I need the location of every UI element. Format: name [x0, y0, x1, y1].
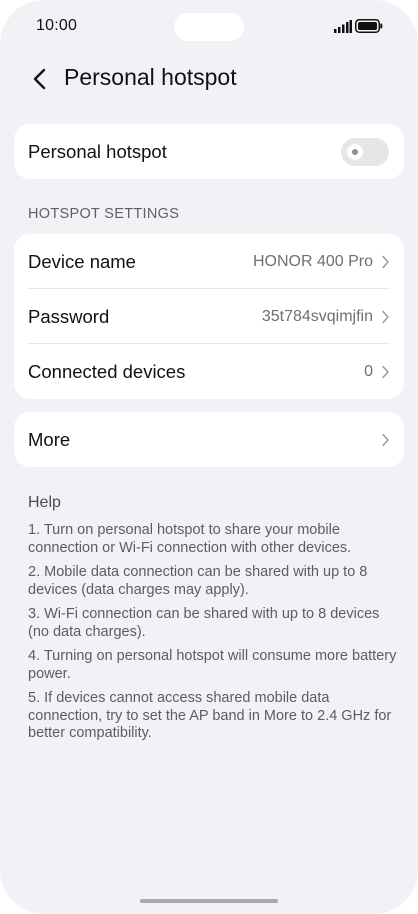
help-section: Help 1. Turn on personal hotspot to shar…	[28, 494, 398, 750]
password-row[interactable]: Password 35t784svqimjfin	[14, 289, 404, 344]
signal-icon	[334, 20, 352, 33]
connected-devices-label: Connected devices	[28, 360, 186, 382]
page-header: Personal hotspot	[0, 56, 418, 102]
more-row[interactable]: More	[14, 412, 404, 467]
password-label: Password	[28, 305, 110, 327]
connected-devices-count: 0	[364, 362, 373, 380]
chevron-right-icon	[382, 255, 389, 268]
password-value: 35t784svqimjfin	[261, 307, 373, 325]
help-item: 2. Mobile data connection can be shared …	[28, 564, 368, 598]
section-header-hotspot-settings: HOTSPOT SETTINGS	[28, 206, 180, 222]
hotspot-settings-card: Device name HONOR 400 Pro Password 35t78…	[14, 234, 404, 399]
status-bar: 10:00	[0, 0, 418, 54]
chevron-right-icon	[382, 365, 389, 378]
toggle-knob	[347, 143, 363, 160]
device-name-value: HONOR 400 Pro	[252, 252, 373, 270]
more-label: More	[28, 428, 71, 450]
hotspot-toggle-switch[interactable]	[341, 137, 389, 166]
connected-devices-row[interactable]: Connected devices 0	[14, 344, 404, 399]
chevron-left-icon[interactable]	[30, 67, 50, 91]
camera-island	[174, 13, 244, 41]
status-time: 10:00	[36, 17, 78, 34]
chevron-right-icon	[382, 433, 389, 446]
hotspot-toggle-row[interactable]: Personal hotspot	[14, 124, 404, 179]
help-item: 5. If devices cannot access shared mobil…	[28, 690, 392, 741]
home-indicator[interactable]	[140, 899, 278, 903]
page-title: Personal hotspot	[64, 64, 237, 90]
help-item: 4. Turning on personal hotspot will cons…	[28, 648, 397, 682]
device-name-label: Device name	[28, 250, 136, 272]
battery-icon	[355, 19, 383, 33]
help-item: 1. Turn on personal hotspot to share you…	[28, 522, 352, 556]
device-name-row[interactable]: Device name HONOR 400 Pro	[14, 234, 404, 289]
help-item: 3. Wi-Fi connection can be shared with u…	[28, 606, 380, 640]
more-card: More	[14, 412, 404, 467]
hotspot-toggle-card: Personal hotspot	[14, 124, 404, 179]
chevron-right-icon	[382, 310, 389, 323]
help-title: Help	[28, 494, 61, 511]
phone-screen: 10:00 Personal hotspot Personal hotspot	[0, 0, 418, 914]
hotspot-toggle-label: Personal hotspot	[28, 140, 167, 162]
